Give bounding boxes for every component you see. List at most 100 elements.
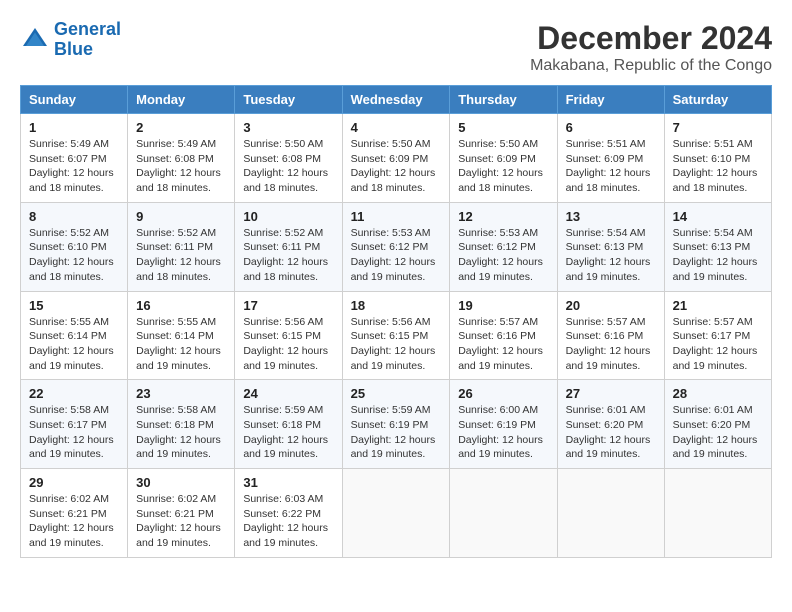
day-number: 31	[243, 475, 333, 490]
calendar-body: 1 Sunrise: 5:49 AM Sunset: 6:07 PM Daylig…	[21, 114, 772, 558]
calendar-cell: 14 Sunrise: 5:54 AM Sunset: 6:13 PM Dayli…	[664, 202, 771, 291]
day-number: 11	[351, 209, 442, 224]
calendar-cell: 3 Sunrise: 5:50 AM Sunset: 6:08 PM Daylig…	[235, 114, 342, 203]
calendar-header: SundayMondayTuesdayWednesdayThursdayFrid…	[21, 86, 772, 114]
subtitle: Makabana, Republic of the Congo	[530, 57, 772, 75]
calendar-week: 29 Sunrise: 6:02 AM Sunset: 6:21 PM Dayli…	[21, 469, 772, 558]
day-number: 14	[673, 209, 763, 224]
day-number: 20	[566, 298, 656, 313]
day-info: Sunrise: 5:50 AM Sunset: 6:09 PM Dayligh…	[458, 137, 548, 196]
calendar-week: 22Sunrise: 5:58 AM Sunset: 6:17 PM Dayli…	[21, 380, 772, 469]
calendar-cell: 13 Sunrise: 5:54 AM Sunset: 6:13 PM Dayli…	[557, 202, 664, 291]
day-number: 23	[136, 386, 226, 401]
calendar-cell: 6 Sunrise: 5:51 AM Sunset: 6:09 PM Daylig…	[557, 114, 664, 203]
logo: GeneralBlue	[20, 20, 121, 60]
calendar-cell: 25 Sunrise: 5:59 AM Sunset: 6:19 PM Dayli…	[342, 380, 450, 469]
day-info: Sunrise: 5:52 AM Sunset: 6:11 PM Dayligh…	[243, 226, 333, 285]
header: GeneralBlue December 2024 Makabana, Repu…	[20, 20, 772, 75]
day-info: Sunrise: 5:59 AM Sunset: 6:19 PM Dayligh…	[351, 403, 442, 462]
day-number: 12	[458, 209, 548, 224]
calendar-week: 1 Sunrise: 5:49 AM Sunset: 6:07 PM Daylig…	[21, 114, 772, 203]
calendar-cell: 29Sunrise: 6:02 AM Sunset: 6:21 PM Dayli…	[21, 469, 128, 558]
day-info: Sunrise: 5:56 AM Sunset: 6:15 PM Dayligh…	[243, 315, 333, 374]
day-info: Sunrise: 5:50 AM Sunset: 6:09 PM Dayligh…	[351, 137, 442, 196]
calendar-cell: 24 Sunrise: 5:59 AM Sunset: 6:18 PM Dayli…	[235, 380, 342, 469]
calendar-cell: 30 Sunrise: 6:02 AM Sunset: 6:21 PM Dayli…	[128, 469, 235, 558]
day-number: 21	[673, 298, 763, 313]
calendar-week: 8 Sunrise: 5:52 AM Sunset: 6:10 PM Daylig…	[21, 202, 772, 291]
day-info: Sunrise: 5:55 AM Sunset: 6:14 PM Dayligh…	[136, 315, 226, 374]
day-number: 26	[458, 386, 548, 401]
day-number: 27	[566, 386, 656, 401]
calendar-cell: 31Sunrise: 6:03 AM Sunset: 6:22 PM Dayli…	[235, 469, 342, 558]
calendar-cell: 7Sunrise: 5:51 AM Sunset: 6:10 PM Daylig…	[664, 114, 771, 203]
calendar-cell: 12 Sunrise: 5:53 AM Sunset: 6:12 PM Dayli…	[450, 202, 557, 291]
calendar-cell: 26 Sunrise: 6:00 AM Sunset: 6:19 PM Dayli…	[450, 380, 557, 469]
weekday-header: Wednesday	[342, 86, 450, 114]
day-number: 25	[351, 386, 442, 401]
logo-icon	[20, 25, 50, 55]
day-number: 29	[29, 475, 119, 490]
day-info: Sunrise: 5:49 AM Sunset: 6:07 PM Dayligh…	[29, 137, 119, 196]
day-info: Sunrise: 5:54 AM Sunset: 6:13 PM Dayligh…	[566, 226, 656, 285]
day-info: Sunrise: 5:51 AM Sunset: 6:09 PM Dayligh…	[566, 137, 656, 196]
weekday-header: Tuesday	[235, 86, 342, 114]
logo-text: GeneralBlue	[54, 20, 121, 60]
weekday-header: Friday	[557, 86, 664, 114]
day-info: Sunrise: 5:59 AM Sunset: 6:18 PM Dayligh…	[243, 403, 333, 462]
day-number: 2	[136, 120, 226, 135]
day-number: 28	[673, 386, 763, 401]
day-number: 10	[243, 209, 333, 224]
calendar-cell	[664, 469, 771, 558]
day-number: 16	[136, 298, 226, 313]
calendar-cell: 21Sunrise: 5:57 AM Sunset: 6:17 PM Dayli…	[664, 291, 771, 380]
day-number: 24	[243, 386, 333, 401]
day-number: 5	[458, 120, 548, 135]
day-info: Sunrise: 5:54 AM Sunset: 6:13 PM Dayligh…	[673, 226, 763, 285]
calendar-cell: 23 Sunrise: 5:58 AM Sunset: 6:18 PM Dayli…	[128, 380, 235, 469]
calendar-cell: 22Sunrise: 5:58 AM Sunset: 6:17 PM Dayli…	[21, 380, 128, 469]
day-info: Sunrise: 5:50 AM Sunset: 6:08 PM Dayligh…	[243, 137, 333, 196]
day-info: Sunrise: 6:02 AM Sunset: 6:21 PM Dayligh…	[136, 492, 226, 551]
day-info: Sunrise: 5:52 AM Sunset: 6:10 PM Dayligh…	[29, 226, 119, 285]
day-number: 13	[566, 209, 656, 224]
calendar-cell: 18Sunrise: 5:56 AM Sunset: 6:15 PM Dayli…	[342, 291, 450, 380]
day-info: Sunrise: 5:51 AM Sunset: 6:10 PM Dayligh…	[673, 137, 763, 196]
calendar-cell: 11 Sunrise: 5:53 AM Sunset: 6:12 PM Dayli…	[342, 202, 450, 291]
day-info: Sunrise: 5:53 AM Sunset: 6:12 PM Dayligh…	[458, 226, 548, 285]
day-number: 6	[566, 120, 656, 135]
day-info: Sunrise: 5:56 AM Sunset: 6:15 PM Dayligh…	[351, 315, 442, 374]
calendar-cell	[450, 469, 557, 558]
weekday-header: Sunday	[21, 86, 128, 114]
calendar: SundayMondayTuesdayWednesdayThursdayFrid…	[20, 85, 772, 558]
day-number: 15	[29, 298, 119, 313]
day-info: Sunrise: 5:52 AM Sunset: 6:11 PM Dayligh…	[136, 226, 226, 285]
day-info: Sunrise: 5:49 AM Sunset: 6:08 PM Dayligh…	[136, 137, 226, 196]
day-number: 19	[458, 298, 548, 313]
day-number: 8	[29, 209, 119, 224]
calendar-cell: 2 Sunrise: 5:49 AM Sunset: 6:08 PM Daylig…	[128, 114, 235, 203]
day-number: 3	[243, 120, 333, 135]
calendar-cell	[342, 469, 450, 558]
calendar-cell: 1 Sunrise: 5:49 AM Sunset: 6:07 PM Daylig…	[21, 114, 128, 203]
day-number: 9	[136, 209, 226, 224]
weekday-header: Thursday	[450, 86, 557, 114]
calendar-cell: 4 Sunrise: 5:50 AM Sunset: 6:09 PM Daylig…	[342, 114, 450, 203]
day-info: Sunrise: 5:58 AM Sunset: 6:18 PM Dayligh…	[136, 403, 226, 462]
day-number: 30	[136, 475, 226, 490]
day-info: Sunrise: 5:53 AM Sunset: 6:12 PM Dayligh…	[351, 226, 442, 285]
calendar-week: 15 Sunrise: 5:55 AM Sunset: 6:14 PM Dayli…	[21, 291, 772, 380]
day-info: Sunrise: 5:55 AM Sunset: 6:14 PM Dayligh…	[29, 315, 119, 374]
title-block: December 2024 Makabana, Republic of the …	[530, 20, 772, 75]
calendar-cell	[557, 469, 664, 558]
day-number: 22	[29, 386, 119, 401]
day-number: 4	[351, 120, 442, 135]
calendar-cell: 19Sunrise: 5:57 AM Sunset: 6:16 PM Dayli…	[450, 291, 557, 380]
calendar-cell: 9 Sunrise: 5:52 AM Sunset: 6:11 PM Daylig…	[128, 202, 235, 291]
day-number: 1	[29, 120, 119, 135]
day-info: Sunrise: 5:57 AM Sunset: 6:16 PM Dayligh…	[566, 315, 656, 374]
calendar-cell: 16 Sunrise: 5:55 AM Sunset: 6:14 PM Dayli…	[128, 291, 235, 380]
day-info: Sunrise: 6:00 AM Sunset: 6:19 PM Dayligh…	[458, 403, 548, 462]
calendar-cell: 27Sunrise: 6:01 AM Sunset: 6:20 PM Dayli…	[557, 380, 664, 469]
calendar-cell: 15 Sunrise: 5:55 AM Sunset: 6:14 PM Dayli…	[21, 291, 128, 380]
